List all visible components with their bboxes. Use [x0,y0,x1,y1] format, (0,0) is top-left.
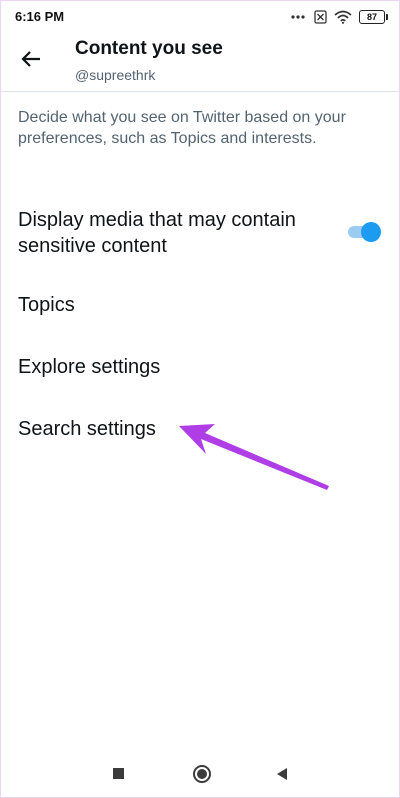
wifi-icon [334,10,352,24]
recents-square-icon [112,767,125,785]
nav-back-button[interactable] [264,763,300,789]
no-sim-icon [314,10,327,24]
back-triangle-icon [275,767,289,786]
explore-settings-label: Explore settings [18,356,161,378]
search-settings-label: Search settings [18,418,156,440]
topics-setting[interactable]: Topics [1,289,399,323]
recents-button[interactable] [100,763,136,789]
app-frame: 6:16 PM 87 Content you see @supreethrk D… [0,0,400,798]
search-settings-item[interactable]: Search settings [1,413,399,447]
explore-settings-item[interactable]: Explore settings [1,351,399,385]
signal-dots-icon [291,14,307,20]
header-divider [1,91,399,92]
page-description: Decide what you see on Twitter based on … [18,109,346,147]
battery-icon: 87 [359,10,388,24]
sensitive-media-label: Display media that may contain sensitive… [18,209,296,257]
sensitive-media-toggle[interactable] [348,222,381,242]
status-bar: 6:16 PM 87 [1,1,399,33]
header: Content you see @supreethrk [1,33,399,91]
account-handle: @supreethrk [75,67,156,83]
status-icons: 87 [291,9,388,25]
back-button[interactable] [15,45,47,77]
status-time: 6:16 PM [15,9,65,24]
sensitive-media-setting[interactable]: Display media that may contain sensitive… [1,203,399,263]
topics-label: Topics [18,294,75,316]
system-nav-bar [1,763,399,797]
arrow-left-icon [21,50,41,73]
page-title: Content you see [75,38,223,59]
home-circle-icon [192,764,212,789]
toggle-knob [361,222,381,242]
home-button[interactable] [184,763,220,789]
